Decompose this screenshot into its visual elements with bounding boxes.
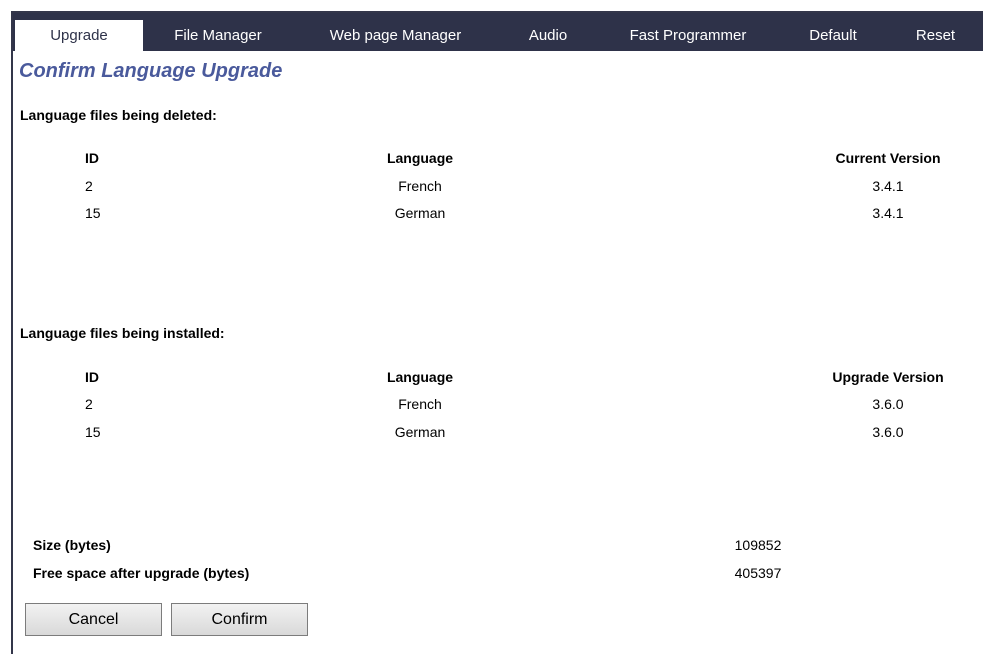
size-label: Size (bytes)	[33, 537, 111, 553]
tab-file-manager[interactable]: File Manager	[143, 20, 293, 51]
deleted-col-id-header: ID	[85, 150, 99, 166]
deleted-row-id: 15	[85, 205, 101, 221]
installed-row-language: German	[394, 424, 446, 440]
deleted-col-language-header: Language	[386, 150, 454, 166]
installed-heading: Language files being installed:	[20, 325, 225, 341]
deleted-row-language: French	[398, 178, 442, 194]
free-space-value: 405397	[734, 565, 782, 581]
tab-default[interactable]: Default	[778, 20, 888, 51]
deleted-row-language: German	[394, 205, 446, 221]
installed-row-id: 15	[85, 424, 101, 440]
tab-web-page-manager[interactable]: Web page Manager	[293, 20, 498, 51]
cancel-button[interactable]: Cancel	[25, 603, 162, 636]
installed-row-language: French	[398, 396, 442, 412]
deleted-col-version-header: Current Version	[835, 150, 941, 166]
installed-row-id: 2	[85, 396, 93, 412]
tab-fast-programmer[interactable]: Fast Programmer	[598, 20, 778, 51]
tab-bar: Upgrade File Manager Web page Manager Au…	[13, 13, 983, 51]
installed-row-version: 3.6.0	[872, 424, 904, 440]
deleted-row-version: 3.4.1	[872, 178, 904, 194]
installed-col-version-header: Upgrade Version	[832, 369, 944, 385]
installed-row-version: 3.6.0	[872, 396, 904, 412]
confirm-button[interactable]: Confirm	[171, 603, 308, 636]
tab-audio[interactable]: Audio	[498, 20, 598, 51]
installed-col-id-header: ID	[85, 369, 99, 385]
tab-upgrade[interactable]: Upgrade	[15, 20, 143, 51]
main-frame: Upgrade File Manager Web page Manager Au…	[11, 11, 983, 654]
tab-reset[interactable]: Reset	[888, 20, 983, 51]
deleted-row-id: 2	[85, 178, 93, 194]
deleted-heading: Language files being deleted:	[20, 107, 217, 123]
free-space-label: Free space after upgrade (bytes)	[33, 565, 250, 581]
size-value: 109852	[734, 537, 782, 553]
deleted-row-version: 3.4.1	[872, 205, 904, 221]
page-title: Confirm Language Upgrade	[19, 60, 283, 82]
installed-col-language-header: Language	[386, 369, 454, 385]
